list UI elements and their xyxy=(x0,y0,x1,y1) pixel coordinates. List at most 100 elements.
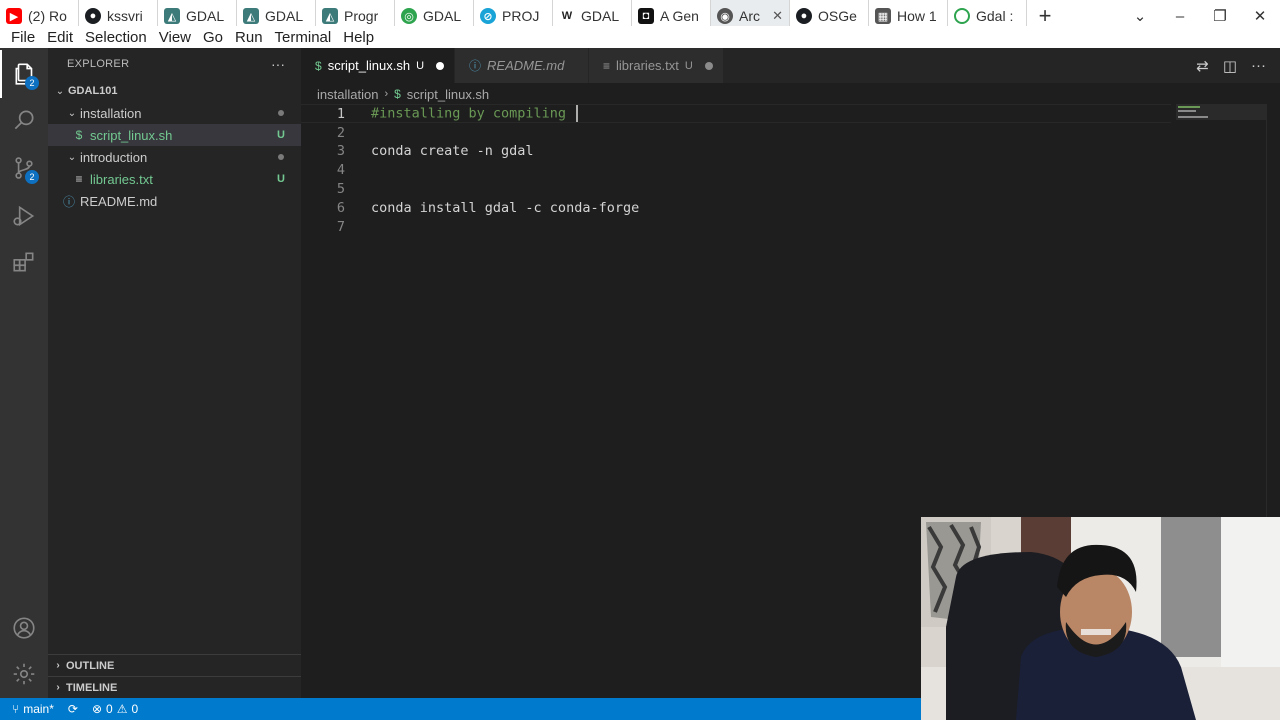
code-line[interactable]: 5 xyxy=(301,179,1171,198)
minimap[interactable] xyxy=(1176,104,1266,144)
tab-readme[interactable]: ⓘ README.md xyxy=(455,48,590,83)
menu-help[interactable]: Help xyxy=(338,29,379,46)
breadcrumb-file[interactable]: script_linux.sh xyxy=(407,87,489,102)
settings-gear-icon[interactable] xyxy=(0,650,48,698)
tab-label: libraries.txt xyxy=(616,58,679,73)
explorer-badge: 2 xyxy=(25,76,39,90)
code-line[interactable]: 3 conda create -n gdal xyxy=(301,141,1171,160)
browser-tab-label: GDAL xyxy=(423,8,462,24)
gdal-icon: ◭ xyxy=(243,8,259,24)
tree-item-readme[interactable]: ⓘ README.md xyxy=(48,190,301,212)
browser-tab-label: kssvri xyxy=(107,8,143,24)
code-line[interactable]: 2 xyxy=(301,123,1171,142)
modified-dot xyxy=(278,154,284,160)
proj-icon: ⊘ xyxy=(480,8,496,24)
menu-edit[interactable]: Edit xyxy=(42,29,78,46)
close-icon[interactable]: ✕ xyxy=(772,8,783,24)
sync-button[interactable]: ⟳ xyxy=(68,702,78,716)
gdal-icon: ◭ xyxy=(164,8,180,24)
editor-actions: ⇄ ◫ ··· xyxy=(1196,48,1266,83)
tab-libraries[interactable]: ≡ libraries.txt U xyxy=(589,48,724,83)
untracked-status: U xyxy=(277,173,285,185)
branch-indicator[interactable]: ⑂ main* xyxy=(12,702,54,716)
tree-item-label: introduction xyxy=(80,149,148,165)
sync-icon: ⟳ xyxy=(67,702,78,716)
menu-terminal[interactable]: Terminal xyxy=(270,29,337,46)
github-icon: ● xyxy=(796,8,812,24)
untracked-status: U xyxy=(684,59,693,72)
code-line[interactable]: 1 #installing by compiling xyxy=(301,104,1171,123)
code-line[interactable]: 6 conda install gdal -c conda-forge xyxy=(301,198,1171,217)
error-count: 0 xyxy=(106,702,113,716)
shell-file-icon: $ xyxy=(75,128,83,142)
tree-item-installation[interactable]: ⌄ installation xyxy=(48,102,301,124)
error-icon: ⊗ xyxy=(91,702,103,716)
menu-bar: File Edit Selection View Go Run Terminal… xyxy=(0,26,1280,48)
editor-tab-bar: $ script_linux.sh U ⓘ README.md ≡ librar… xyxy=(301,48,1280,83)
workspace-root[interactable]: ⌄ GDAL101 xyxy=(48,80,301,102)
line-number: 5 xyxy=(336,180,345,197)
compare-changes-icon[interactable]: ⇄ xyxy=(1196,57,1209,75)
tree-item-label: README.md xyxy=(80,193,158,209)
chevron-down-icon: ⌄ xyxy=(67,107,77,119)
globe-icon: ◉ xyxy=(717,8,733,24)
more-actions-icon[interactable]: ··· xyxy=(1251,57,1266,74)
tree-item-label: script_linux.sh xyxy=(90,127,173,143)
browser-tab-label: GDAL xyxy=(265,8,304,24)
tree-item-libraries[interactable]: ≡ libraries.txt U xyxy=(48,168,301,190)
chevron-down-icon: ⌄ xyxy=(55,85,65,97)
restore-icon[interactable]: ❐ xyxy=(1200,7,1240,25)
code-line[interactable]: 4 xyxy=(301,160,1171,179)
tree-item-label: installation xyxy=(80,105,142,121)
breadcrumb-folder[interactable]: installation xyxy=(317,87,378,102)
menu-selection[interactable]: Selection xyxy=(80,29,152,46)
tab-script-linux[interactable]: $ script_linux.sh U xyxy=(301,48,456,83)
tree-item-script-linux[interactable]: $ script_linux.sh U xyxy=(48,124,301,146)
source-control-badge: 2 xyxy=(25,170,39,184)
chevron-down-icon[interactable]: ⌄ xyxy=(1120,7,1160,25)
menu-go[interactable]: Go xyxy=(198,29,228,46)
unsaved-dot[interactable] xyxy=(704,61,713,70)
webcam-person-image xyxy=(921,517,1280,720)
chevron-right-icon: › xyxy=(56,660,60,671)
more-actions-icon[interactable]: ··· xyxy=(271,56,285,72)
line-number: 1 xyxy=(336,105,345,122)
extensions-icon[interactable] xyxy=(0,238,48,286)
explorer-sidebar: EXPLORER ··· ⌄ GDAL101 ⌄ installation $ … xyxy=(48,48,301,698)
activity-bar: 2 2 xyxy=(0,48,48,698)
close-window-icon[interactable]: ✕ xyxy=(1240,7,1280,25)
menu-file[interactable]: File xyxy=(6,29,40,46)
search-icon[interactable] xyxy=(0,96,48,144)
code-text: conda create -n gdal xyxy=(371,142,534,159)
tree-item-label: libraries.txt xyxy=(90,171,153,187)
unsaved-dot[interactable] xyxy=(436,61,445,70)
run-debug-icon[interactable] xyxy=(0,192,48,240)
browser-tab-label: GDAL xyxy=(186,8,225,24)
breadcrumb: installation › $ script_linux.sh xyxy=(317,84,489,104)
outline-section[interactable]: › OUTLINE xyxy=(48,654,301,676)
code-line[interactable]: 7 xyxy=(301,217,1171,236)
menu-run[interactable]: Run xyxy=(230,29,268,46)
menu-view[interactable]: View xyxy=(154,29,196,46)
browser-tab-label: Gdal : xyxy=(976,8,1014,24)
info-icon: ⓘ xyxy=(62,194,75,209)
text-file-icon: ≡ xyxy=(75,172,83,186)
branch-name: main* xyxy=(23,702,54,716)
explorer-icon[interactable]: 2 xyxy=(0,50,48,98)
split-editor-icon[interactable]: ◫ xyxy=(1223,57,1237,75)
shell-file-icon: $ xyxy=(315,58,322,73)
accounts-icon[interactable] xyxy=(0,604,48,652)
browser-tab-label: OSGe xyxy=(818,8,857,24)
section-label: OUTLINE xyxy=(66,659,115,672)
tree-item-introduction[interactable]: ⌄ introduction xyxy=(48,146,301,168)
loading-icon xyxy=(954,8,970,24)
sidebar-title: EXPLORER xyxy=(67,58,130,70)
timeline-section[interactable]: › TIMELINE xyxy=(48,676,301,698)
minimize-icon[interactable]: – xyxy=(1160,8,1200,25)
text-file-icon: ≡ xyxy=(603,58,611,73)
chevron-down-icon: ⌄ xyxy=(67,151,77,163)
problems-indicator[interactable]: ⊗ 0 ⚠ 0 xyxy=(92,702,138,716)
agen-icon: ◘ xyxy=(638,8,654,24)
tab-label: README.md xyxy=(487,58,565,73)
source-control-icon[interactable]: 2 xyxy=(0,144,48,192)
